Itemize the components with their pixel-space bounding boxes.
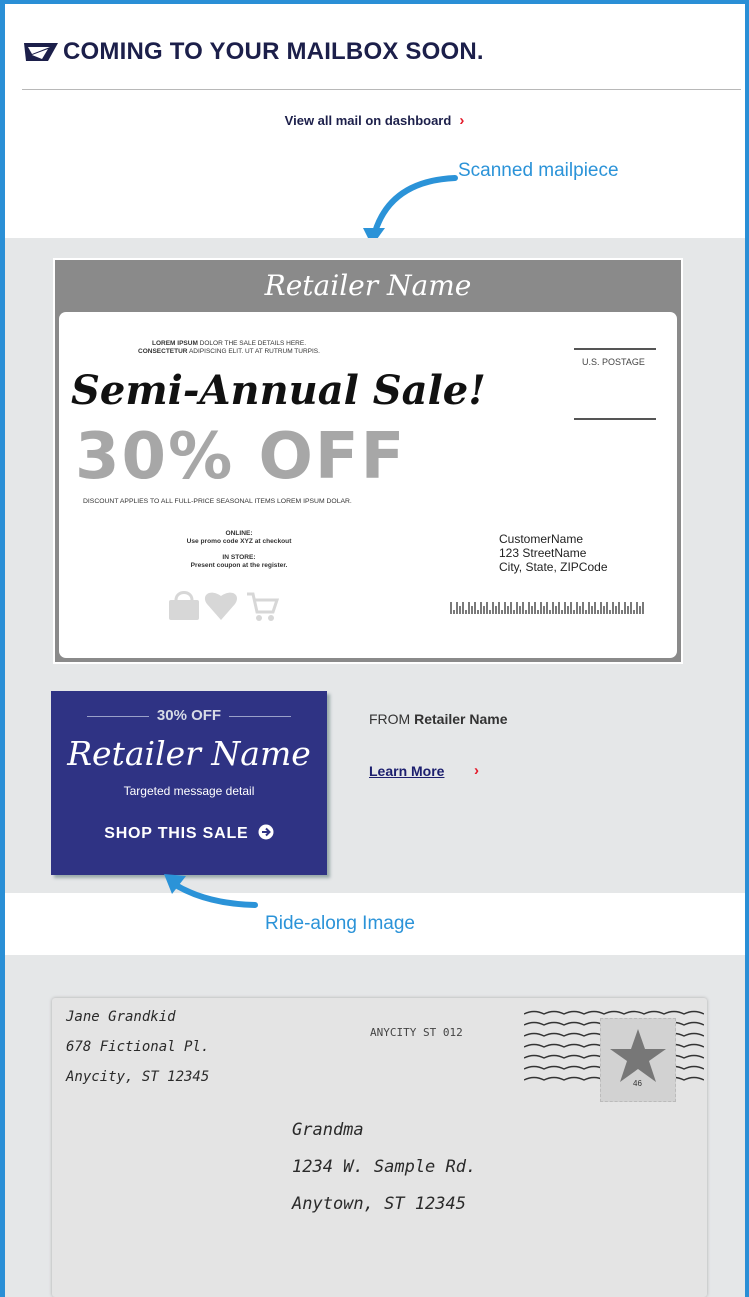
ride-retailer-name: Retailer Name xyxy=(67,734,311,773)
stamp: 46 xyxy=(600,1018,676,1102)
arrow-up-left-icon xyxy=(164,874,258,908)
page-title: COMING TO YOUR MAILBOX SOON. xyxy=(63,38,484,65)
mailpiece-lorem: LOREM IPSUM DOLOR THE SALE DETAILS HERE.… xyxy=(138,340,320,355)
customer-address: CustomerName 123 StreetName City, State,… xyxy=(499,532,608,574)
chevron-right-icon: › xyxy=(459,112,465,129)
ride-along-image[interactable]: 30% OFF Retailer Name Targeted message d… xyxy=(51,691,327,875)
barcode xyxy=(450,602,644,614)
redeem-instructions: ONLINE: Use promo code XYZ at checkout I… xyxy=(186,530,292,569)
chevron-right-icon: › xyxy=(474,762,479,779)
divider xyxy=(22,89,741,90)
postmark-text: ANYCITY ST 012 xyxy=(370,1026,463,1039)
shopping-bag-icon xyxy=(169,591,199,620)
mailpiece-retailer-name: Retailer Name xyxy=(264,269,472,302)
postage-area: U.S. POSTAGE xyxy=(574,330,656,420)
shop-icons xyxy=(169,591,280,621)
arrow-circle-right-icon xyxy=(258,824,274,840)
usps-eagle-icon xyxy=(24,43,58,61)
cart-icon xyxy=(247,592,280,621)
envelope-image[interactable]: Jane Grandkid 678 Fictional Pl. Anycity,… xyxy=(52,998,707,1297)
return-address: Jane Grandkid 678 Fictional Pl. Anycity,… xyxy=(66,1009,210,1085)
recipient-address: Grandma 1234 W. Sample Rd. Anytown, ST 1… xyxy=(292,1120,477,1214)
ride-offer: 30% OFF xyxy=(51,707,327,724)
dashboard-link-label[interactable]: View all mail on dashboard xyxy=(285,113,452,128)
postage-label: U.S. POSTAGE xyxy=(582,357,645,367)
shop-sale-button[interactable]: SHOP THIS SALE xyxy=(51,824,327,843)
header: COMING TO YOUR MAILBOX SOON. xyxy=(22,38,484,66)
star-icon xyxy=(610,1029,666,1082)
discount-note: DISCOUNT APPLIES TO ALL FULL-PRICE SEASO… xyxy=(83,498,352,505)
heart-icon xyxy=(204,592,238,620)
annotation-ride-along: Ride-along Image xyxy=(265,913,415,934)
from-line: FROM Retailer Name xyxy=(369,711,508,727)
sale-title: Semi-Annual Sale! xyxy=(71,367,486,414)
annotation-scanned-mailpiece: Scanned mailpiece xyxy=(458,160,619,181)
ride-detail: Targeted message detail xyxy=(123,784,255,798)
learn-more-link[interactable]: Learn More xyxy=(369,763,444,779)
mailpiece-card: LOREM IPSUM DOLOR THE SALE DETAILS HERE.… xyxy=(59,312,677,658)
discount-big: 30% OFF xyxy=(75,420,407,494)
dashboard-link[interactable]: View all mail on dashboard › xyxy=(0,112,749,129)
scanned-mailpiece-image[interactable]: Retailer Name LOREM IPSUM DOLOR THE SALE… xyxy=(53,258,683,664)
